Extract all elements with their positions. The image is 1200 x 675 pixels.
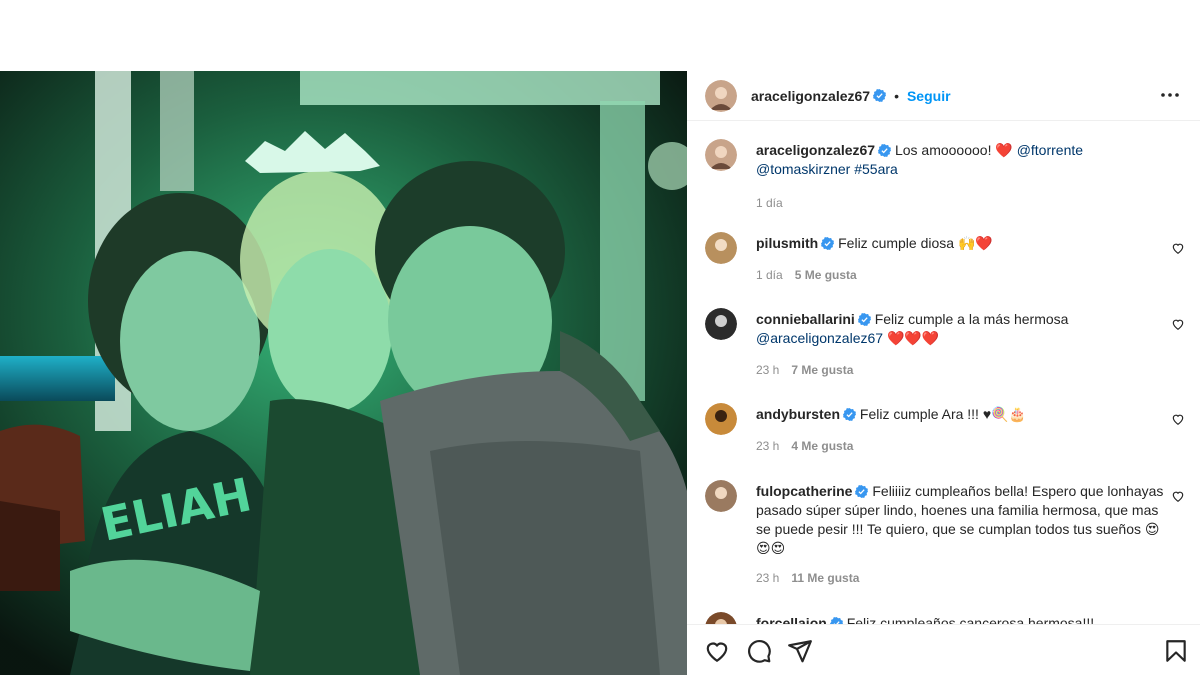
follow-button[interactable]: Seguir	[907, 88, 951, 104]
comment-message: Feliz cumpleaños cancerosa hermosa!!!	[846, 615, 1095, 624]
verified-badge-icon	[829, 616, 843, 624]
comment-message: Feliz cumple Ara !!! ♥🍭🎂	[859, 406, 1027, 422]
commenter-username[interactable]: fulopcatherine	[756, 483, 852, 499]
comment-text: connieballarini Feliz cumple a la más he…	[756, 310, 1156, 348]
comments-list[interactable]: araceligonzalez67 Los amoooooo! ❤️ @ftor…	[687, 122, 1200, 624]
comment-item: connieballarini Feliz cumple a la más he…	[705, 308, 1185, 388]
comment-text: andybursten Feliz cumple Ara !!! ♥🍭🎂	[756, 405, 1156, 424]
caption-time: 1 día	[756, 196, 783, 210]
post-caption: araceligonzalez67 Los amoooooo! ❤️ @ftor…	[705, 139, 1185, 210]
commenter-avatar[interactable]	[705, 403, 737, 435]
comment-like-heart-icon[interactable]	[1171, 489, 1185, 503]
caption-hashtag[interactable]: #55ara	[854, 161, 898, 177]
commenter-username[interactable]: connieballarini	[756, 311, 855, 327]
bookmark-icon[interactable]	[1163, 638, 1189, 664]
heart-icon[interactable]	[704, 638, 730, 664]
verified-badge-icon	[821, 236, 835, 250]
verified-badge-icon	[843, 407, 857, 421]
separator-dot: •	[894, 87, 899, 104]
share-icon[interactable]	[787, 638, 813, 664]
comment-message: Feliz cumple a la más hermosa	[874, 311, 1069, 327]
comment-like-heart-icon[interactable]	[1171, 412, 1185, 426]
comment-likes[interactable]: 11 Me gusta	[791, 571, 859, 585]
comment-mention[interactable]: @araceligonzalez67	[756, 330, 883, 346]
comment-likes[interactable]: 5 Me gusta	[795, 268, 857, 282]
post-header: araceligonzalez67 • Seguir	[687, 71, 1200, 121]
comment-likes[interactable]: 7 Me gusta	[791, 363, 853, 377]
comment-message: Feliz cumple diosa 🙌❤️	[838, 235, 993, 251]
commenter-avatar[interactable]	[705, 480, 737, 512]
author-avatar[interactable]	[705, 79, 737, 112]
post-side-panel: araceligonzalez67 • Seguir araceligonzal…	[687, 71, 1200, 675]
comment-item: fulopcatherine Feliiiiz cumpleaños bella…	[705, 480, 1185, 600]
comment-like-heart-icon[interactable]	[1171, 241, 1185, 255]
commenter-avatar[interactable]	[705, 232, 737, 264]
comment-meta: 1 día 5 Me gusta	[756, 268, 857, 282]
verified-badge-icon	[878, 143, 892, 157]
comment-item: andybursten Feliz cumple Ara !!! ♥🍭🎂 23 …	[705, 403, 1185, 463]
comment-icon[interactable]	[746, 638, 772, 664]
comment-item: pilusmith Feliz cumple diosa 🙌❤️ 1 día 5 …	[705, 232, 1185, 292]
comment-item: forcellajon Feliz cumpleaños cancerosa h…	[705, 612, 1185, 624]
commenter-username[interactable]: andybursten	[756, 406, 840, 422]
comment-meta: 23 h 7 Me gusta	[756, 363, 853, 377]
commenter-username[interactable]: pilusmith	[756, 235, 818, 251]
caption-username[interactable]: araceligonzalez67	[756, 142, 875, 158]
post-photo-image: ELIAH ELITE	[0, 71, 687, 675]
comment-text: forcellajon Feliz cumpleaños cancerosa h…	[756, 614, 1156, 624]
comment-like-heart-icon[interactable]	[1171, 317, 1185, 331]
caption-tag-tomaskirzner[interactable]: @tomaskirzner	[756, 161, 850, 177]
comment-time: 23 h	[756, 363, 780, 377]
verified-badge-icon	[873, 89, 887, 102]
comment-text: fulopcatherine Feliiiiz cumpleaños bella…	[756, 482, 1166, 558]
more-options-icon[interactable]	[1156, 81, 1184, 109]
caption-text: araceligonzalez67 Los amoooooo! ❤️ @ftor…	[756, 141, 1156, 179]
caption-avatar[interactable]	[705, 139, 737, 171]
comment-time: 23 h	[756, 571, 780, 585]
verified-badge-icon	[855, 484, 869, 498]
comment-emojis: ❤️❤️❤️	[886, 330, 940, 346]
comment-time: 1 día	[756, 268, 783, 282]
comment-text: pilusmith Feliz cumple diosa 🙌❤️	[756, 234, 1156, 253]
commenter-username[interactable]: forcellajon	[756, 615, 827, 624]
comment-likes[interactable]: 4 Me gusta	[791, 439, 853, 453]
caption-message: Los amoooooo! ❤️	[894, 142, 1013, 158]
comment-time: 23 h	[756, 439, 780, 453]
commenter-avatar[interactable]	[705, 612, 737, 624]
post-actions-bar	[687, 624, 1200, 675]
commenter-avatar[interactable]	[705, 308, 737, 340]
verified-badge-icon	[857, 312, 871, 326]
caption-tag-ftorrente[interactable]: @ftorrente	[1017, 142, 1083, 158]
comment-meta: 23 h 4 Me gusta	[756, 439, 853, 453]
author-username[interactable]: araceligonzalez67	[751, 88, 870, 104]
post-photo[interactable]: ELIAH ELITE	[0, 71, 687, 675]
comment-meta: 23 h 11 Me gusta	[756, 571, 859, 585]
